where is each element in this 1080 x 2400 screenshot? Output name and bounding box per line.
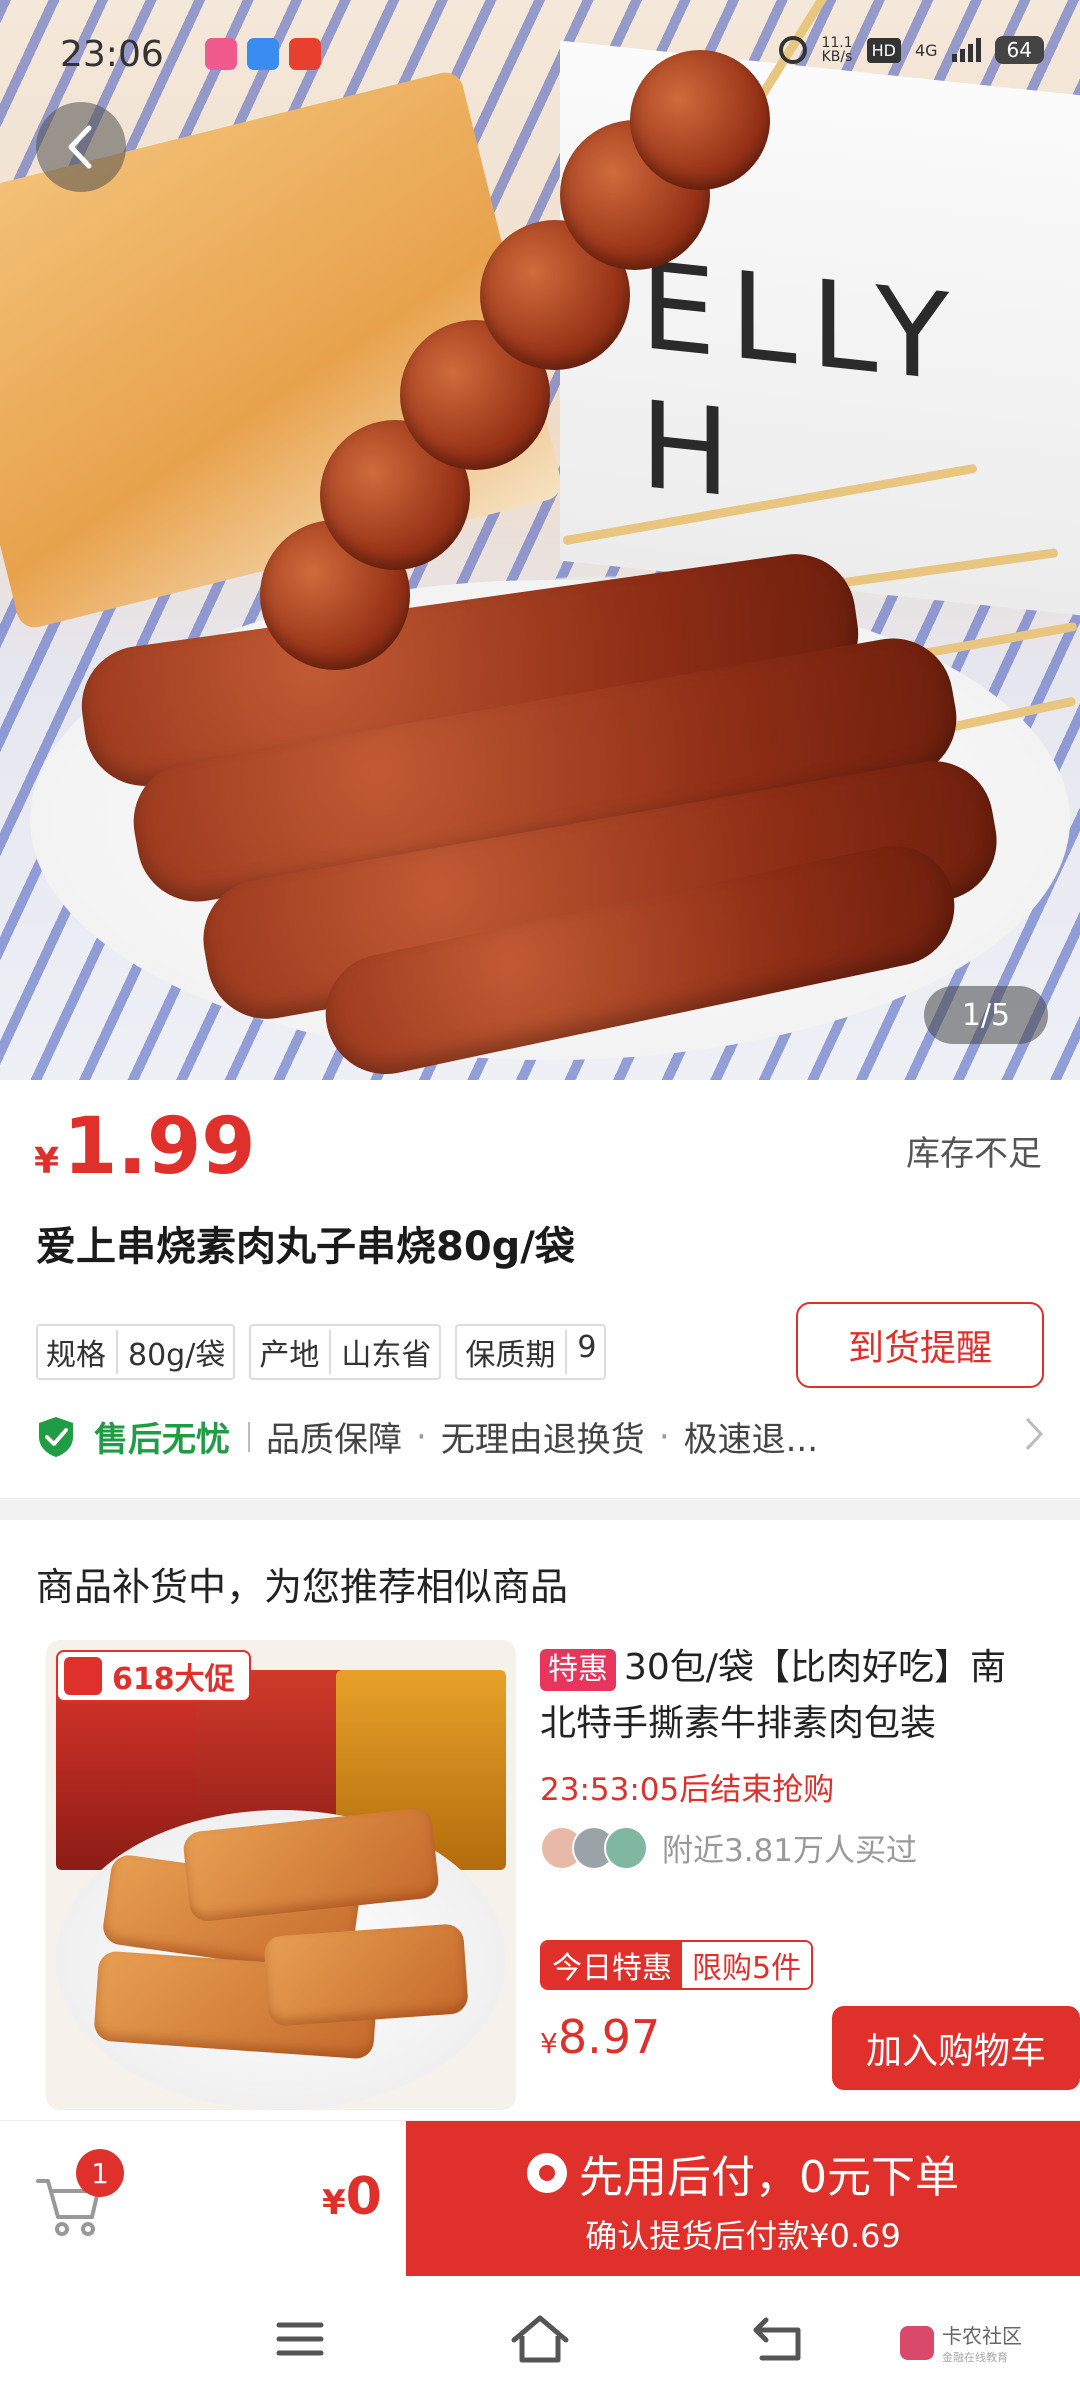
recommended-product-info: 特惠 30包/袋【比肉好吃】南北特手撕素牛排素肉包装 23:53:05后结束抢购 … <box>540 1640 1080 2110</box>
dot-separator: · <box>658 1416 670 1457</box>
checkout-line-1: 先用后付，0元下单 <box>527 2141 959 2205</box>
arrival-reminder-button[interactable]: 到货提醒 <box>796 1302 1044 1388</box>
status-bar: 23:06 11.1 KB/s HD 4G 64 <box>0 0 1080 110</box>
shield-check-icon <box>39 1416 73 1457</box>
pay-later-checkout-button[interactable]: 先用后付，0元下单 确认提货后付款¥0.69 <box>406 2121 1080 2277</box>
recommended-product-card[interactable]: 618大促 特惠 30包/袋【比肉好吃】南北特手撕素牛排素肉包装 23:53:05… <box>46 1640 1080 2110</box>
after-sale-item: 品质保障 <box>266 1420 402 1460</box>
app-notification-icon <box>247 38 279 70</box>
spec-key: 产地 <box>259 1330 332 1374</box>
divider <box>248 1421 250 1452</box>
watermark-subtitle: 金融在线教育 <box>942 2351 1008 2364</box>
buyers-info: 附近3.81万人买过 <box>540 1825 1040 1870</box>
order-total: ¥ 0 <box>322 2167 382 2227</box>
home-icon <box>511 2315 569 2363</box>
recommend-heading: 商品补货中，为您推荐相似商品 <box>36 1565 569 1609</box>
tofu-piece <box>263 1923 469 2027</box>
network-type: 4G <box>914 40 938 60</box>
promo-badge-label: 618大促 <box>112 1662 235 1697</box>
spec-key: 规格 <box>46 1330 118 1374</box>
dot-separator: · <box>416 1416 427 1457</box>
app-notification-icon <box>289 38 321 70</box>
promo-badge: 618大促 <box>56 1650 251 1702</box>
spec-item: 保质期 9 <box>455 1324 607 1380</box>
battery-indicator: 64 <box>994 36 1044 64</box>
spec-list: 规格 80g/袋 产地 山东省 保质期 9 <box>36 1324 607 1380</box>
chevron-right-icon <box>1025 1417 1044 1451</box>
recommended-price: ¥ 8.97 <box>540 2010 660 2064</box>
alarm-icon <box>779 36 808 64</box>
after-sale-title: 售后无忧 <box>94 1420 230 1460</box>
purchase-limit-tag: 限购5件 <box>682 1942 812 1988</box>
spec-key: 保质期 <box>465 1330 568 1374</box>
app-notification-icon <box>205 38 237 70</box>
watermark-logo-icon <box>900 2325 934 2360</box>
spec-item: 产地 山东省 <box>249 1324 442 1380</box>
bottom-action-bar: 1 ¥ 0 先用后付，0元下单 确认提货后付款¥0.69 <box>0 2120 1080 2277</box>
back-button[interactable] <box>36 102 126 192</box>
buyers-count: 附近3.81万人买过 <box>662 1833 918 1869</box>
notification-icons <box>205 38 321 70</box>
chevron-left-icon <box>68 125 92 169</box>
add-to-cart-button[interactable]: 加入购物车 <box>832 2006 1080 2090</box>
after-sale-guarantee[interactable]: 售后无忧 品质保障 · 无理由退换货 · 极速退... <box>36 1412 1046 1461</box>
spec-value: 9 <box>577 1330 597 1365</box>
system-navigation-bar: 卡农社区 金融在线教育 <box>0 2276 1080 2400</box>
signal-icon <box>951 38 981 62</box>
pay-later-icon <box>527 2153 567 2193</box>
recommended-product-image[interactable]: 618大促 <box>46 1640 516 2110</box>
total-value: 0 <box>345 2167 382 2227</box>
avatar <box>604 1825 648 1870</box>
checkout-sub-label: 确认提货后付款¥0.69 <box>585 2217 901 2255</box>
network-speed: 11.1 KB/s <box>821 36 852 64</box>
home-button[interactable] <box>500 2304 580 2374</box>
price-currency: ¥ <box>540 2027 558 2060</box>
total-currency: ¥ <box>322 2183 346 2223</box>
product-title: 爱上串烧素肉丸子串烧80g/袋 <box>36 1224 575 1270</box>
network-speed-value: 11.1 <box>821 35 853 51</box>
promo-icon <box>64 1657 102 1695</box>
status-indicators: 11.1 KB/s HD 4G 64 <box>779 36 1044 64</box>
return-icon <box>753 2317 801 2361</box>
recommended-product-title[interactable]: 特惠 30包/袋【比肉好吃】南北特手撕素牛排素肉包装 <box>540 1640 1040 1752</box>
image-page-indicator: 1/5 <box>924 986 1048 1044</box>
product-price: ¥ 1.99 <box>34 1102 256 1192</box>
product-info: ¥ 1.99 库存不足 爱上串烧素肉丸子串烧80g/袋 规格 80g/袋 产地 … <box>0 1080 1080 1500</box>
after-sale-item: 无理由退换货 <box>440 1420 645 1460</box>
spec-value: 80g/袋 <box>128 1338 226 1373</box>
menu-icon <box>276 2322 324 2356</box>
after-sale-item: 极速退... <box>683 1420 819 1460</box>
menu-button[interactable] <box>260 2304 340 2374</box>
network-speed-unit: KB/s <box>821 49 853 65</box>
deal-tags: 今日特惠 限购5件 <box>540 1940 814 1990</box>
flash-sale-countdown: 23:53:05后结束抢购 <box>540 1772 835 1808</box>
checkout-main-label: 先用后付，0元下单 <box>579 2152 959 2203</box>
watermark-title: 卡农社区 <box>942 2324 1022 2348</box>
stock-status: 库存不足 <box>906 1134 1042 1174</box>
back-nav-button[interactable] <box>740 2304 820 2374</box>
spec-item: 规格 80g/袋 <box>36 1324 236 1380</box>
cart-count-badge: 1 <box>76 2149 124 2197</box>
section-divider <box>0 1498 1080 1520</box>
today-deal-tag: 今日特惠 <box>542 1942 682 1988</box>
price-value: 1.99 <box>63 1102 256 1192</box>
spec-value: 山东省 <box>341 1338 432 1373</box>
price-value: 8.97 <box>557 2010 661 2064</box>
product-image-gallery[interactable]: ELLY H 23:06 11.1 KB/s HD 4G 64 1/5 <box>0 0 1080 1080</box>
special-offer-tag: 特惠 <box>540 1649 616 1691</box>
hd-icon: HD <box>866 37 901 63</box>
status-time: 23:06 <box>60 34 164 75</box>
watermark: 卡农社区 金融在线教育 <box>900 2320 1022 2365</box>
price-currency: ¥ <box>34 1141 60 1182</box>
